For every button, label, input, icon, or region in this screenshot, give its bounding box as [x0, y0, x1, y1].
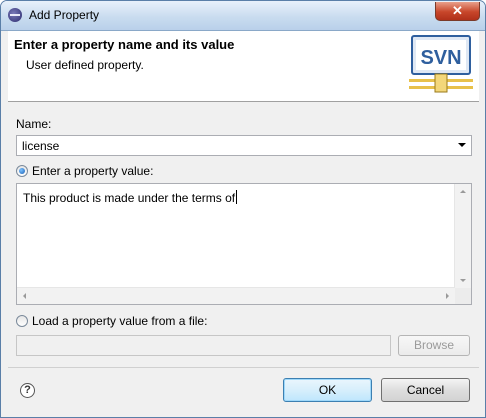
- browse-button[interactable]: Browse: [398, 335, 470, 356]
- file-path-input[interactable]: [16, 335, 391, 356]
- ok-button[interactable]: OK: [283, 378, 372, 402]
- dialog-banner: Enter a property name and its value User…: [8, 31, 479, 102]
- property-value-text: This product is made under the terms of: [23, 191, 236, 205]
- file-radio-label[interactable]: Load a property value from a file:: [32, 314, 207, 328]
- footer-divider: [8, 367, 479, 368]
- banner-title: Enter a property name and its value: [14, 37, 235, 52]
- vertical-scrollbar[interactable]: [454, 184, 471, 288]
- scroll-left-icon[interactable]: [23, 293, 26, 299]
- file-radio[interactable]: [16, 315, 28, 327]
- window-title: Add Property: [29, 8, 100, 22]
- value-radio-label[interactable]: Enter a property value:: [32, 164, 153, 178]
- eclipse-app-icon: [8, 8, 22, 22]
- scroll-down-icon[interactable]: [460, 279, 466, 282]
- banner-description: User defined property.: [26, 58, 144, 72]
- chevron-down-icon[interactable]: [458, 143, 466, 147]
- add-property-dialog: Add Property ✕ Enter a property name and…: [0, 0, 486, 418]
- help-icon[interactable]: ?: [20, 383, 35, 398]
- name-label: Name:: [16, 117, 52, 131]
- text-caret: [236, 190, 238, 204]
- svn-logo: SVN: [409, 35, 473, 93]
- svn-logo-text: SVN: [420, 47, 461, 69]
- scroll-up-icon[interactable]: [460, 190, 466, 193]
- property-value-textarea[interactable]: This product is made under the terms of: [16, 183, 472, 305]
- property-name-value: license: [22, 139, 60, 153]
- cancel-button[interactable]: Cancel: [381, 378, 470, 402]
- scroll-corner: [455, 288, 471, 304]
- close-button[interactable]: ✕: [435, 2, 480, 21]
- property-name-combo[interactable]: license: [16, 135, 472, 156]
- title-bar[interactable]: Add Property ✕: [1, 1, 485, 31]
- horizontal-scrollbar[interactable]: [17, 287, 455, 304]
- value-radio[interactable]: [16, 165, 28, 177]
- scroll-right-icon[interactable]: [446, 293, 449, 299]
